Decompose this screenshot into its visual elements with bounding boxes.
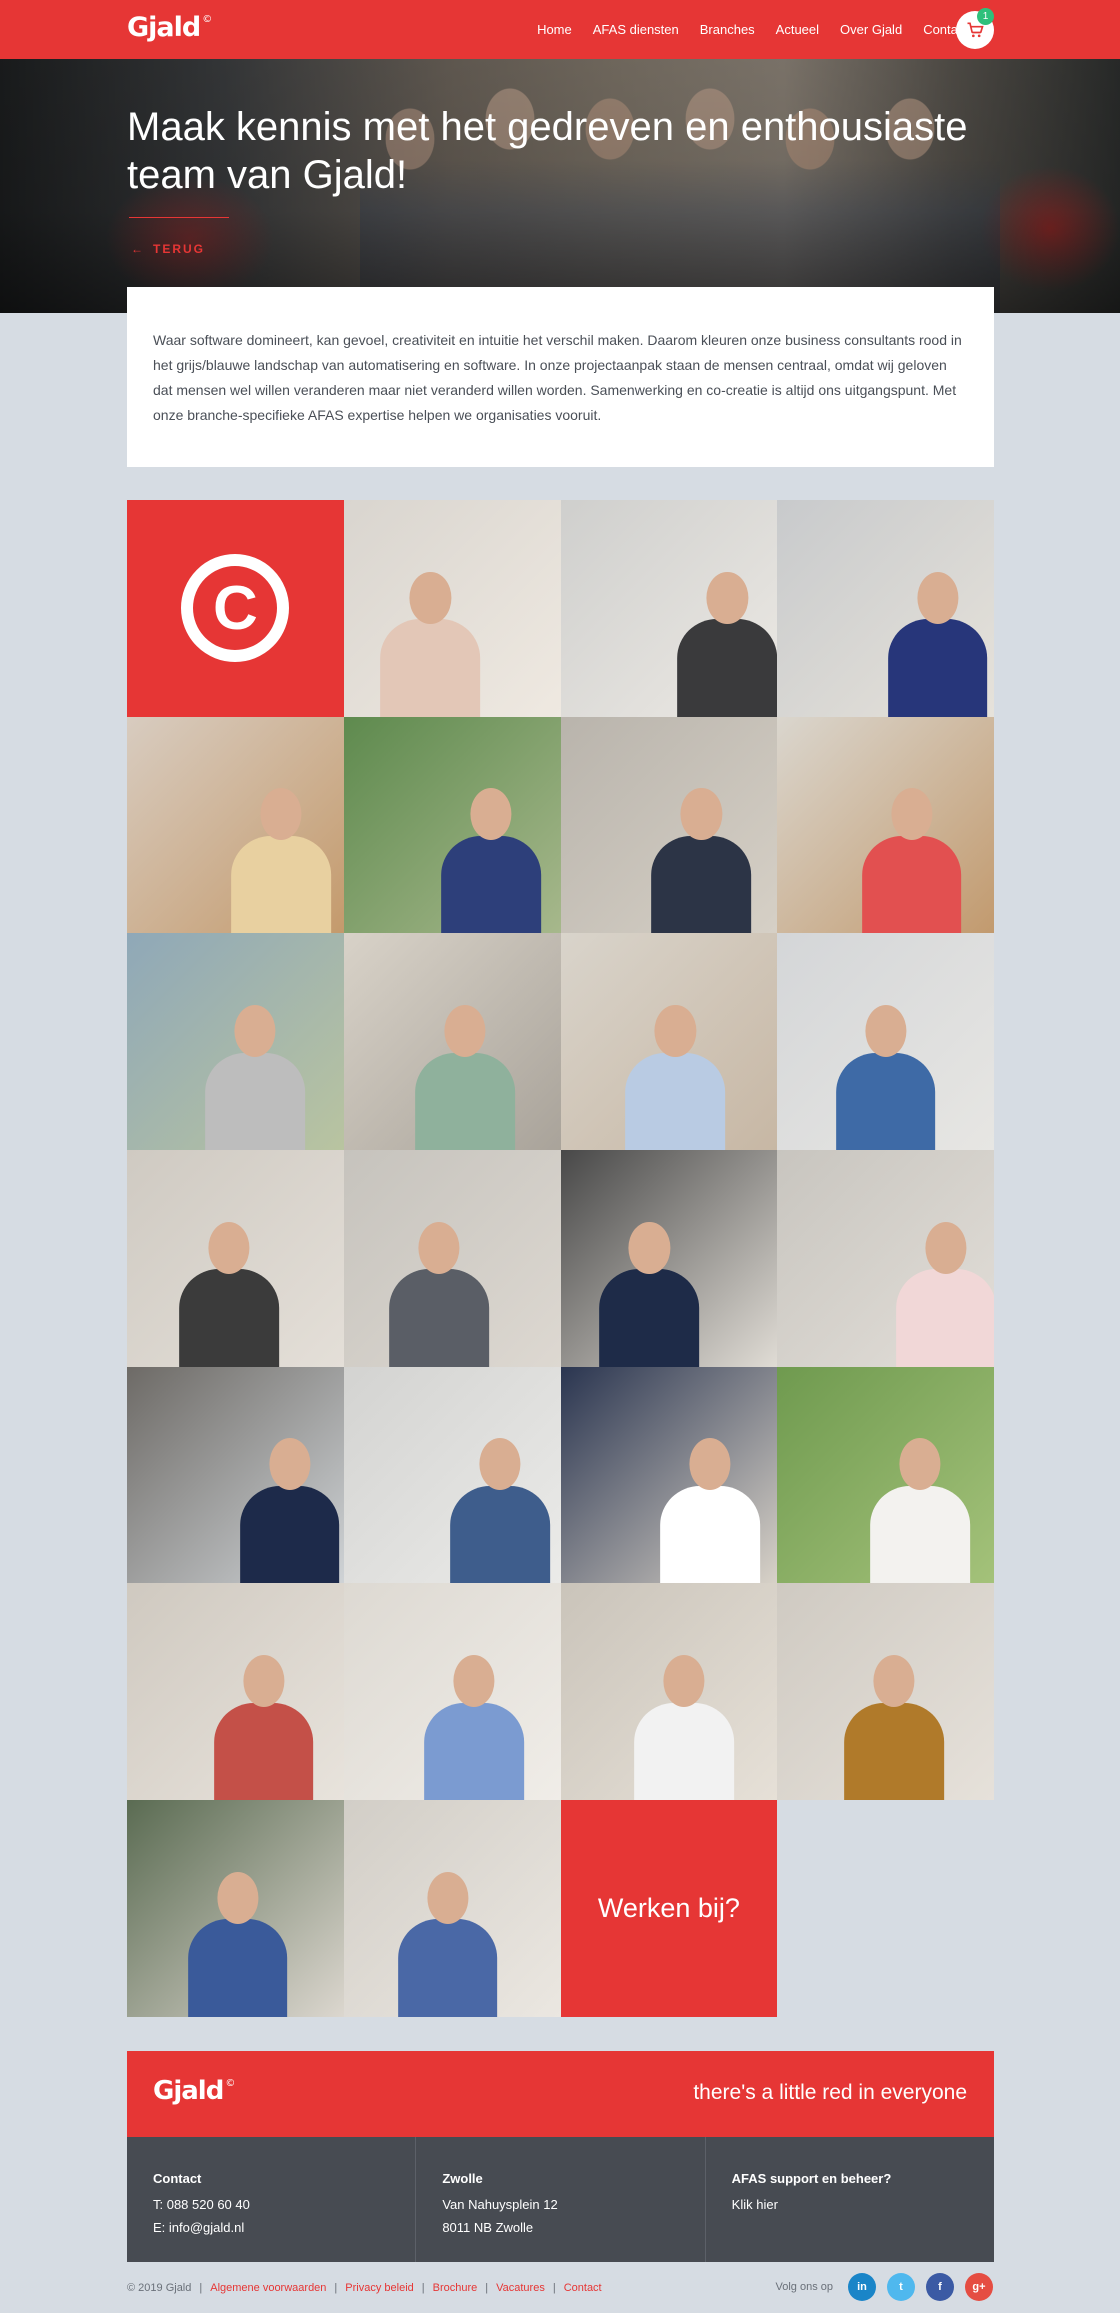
footer-banner: Gjald © there's a little red in everyone [127, 2051, 994, 2137]
team-member-photo[interactable] [560, 933, 778, 1151]
address-city: 8011 NB Zwolle [442, 2220, 534, 2235]
team-member-photo[interactable] [127, 933, 344, 1151]
team-member-photo[interactable] [127, 1150, 344, 1367]
page-title: Maak kennis met het gedreven en enthousi… [127, 105, 968, 197]
intro-text: Waar software domineert, kan gevoel, cre… [153, 332, 962, 423]
arrow-left-icon: ← [131, 242, 145, 256]
werken-bij-tile[interactable]: Werken bij? [560, 1800, 778, 2017]
nav-actueel[interactable]: Actueel [776, 22, 819, 37]
social-label: Volg ons op [775, 2281, 834, 2293]
team-member-photo[interactable] [127, 1583, 344, 1801]
link-contact[interactable]: Contact [564, 2282, 602, 2294]
social-links: Volg ons op in t f g+ [775, 2273, 993, 2301]
link-algemene-voorwaarden[interactable]: Algemene voorwaarden [210, 2282, 326, 2294]
team-member-photo[interactable] [343, 933, 561, 1151]
footer-columns: Contact T: 088 520 60 40 E: info@gjald.n… [127, 2137, 994, 2262]
contact-email[interactable]: E: info@gjald.nl [153, 2216, 389, 2239]
footer-support: AFAS support en beheer? Klik hier [706, 2137, 994, 2262]
hero-banner: Maak kennis met het gedreven en enthousi… [0, 59, 1120, 313]
nav-afas-diensten[interactable]: AFAS diensten [593, 22, 679, 37]
team-member-photo[interactable] [777, 500, 994, 717]
team-member-photo[interactable] [777, 1150, 994, 1367]
logo-text: Gjald [127, 12, 201, 43]
title-divider [129, 217, 229, 218]
legal-bar: © 2019 Gjald | Algemene voorwaarden | Priv… [127, 2282, 602, 2294]
team-member-photo[interactable] [777, 1366, 994, 1584]
team-member-photo[interactable] [127, 716, 344, 934]
nav-branches[interactable]: Branches [700, 22, 755, 37]
intro-card: Waar software domineert, kan gevoel, cre… [127, 287, 994, 467]
team-member-photo[interactable] [343, 1366, 561, 1584]
contact-phone[interactable]: T: 088 520 60 40 [153, 2193, 389, 2216]
copyright-logo-icon: C [181, 554, 290, 663]
top-bar: Gjald © Home AFAS diensten Branches Actue… [0, 0, 1120, 59]
nav-home[interactable]: Home [537, 22, 572, 37]
linkedin-icon[interactable]: in [848, 2273, 876, 2301]
team-member-photo[interactable] [560, 1150, 778, 1367]
footer-contact: Contact T: 088 520 60 40 E: info@gjald.n… [127, 2137, 417, 2262]
back-label: TERUG [153, 242, 205, 256]
team-member-photo[interactable] [343, 1800, 561, 2017]
team-member-photo[interactable] [343, 1583, 561, 1801]
team-member-photo[interactable] [127, 1800, 344, 2017]
link-privacy-beleid[interactable]: Privacy beleid [345, 2282, 413, 2294]
twitter-icon[interactable]: t [887, 2273, 915, 2301]
back-link[interactable]: ← TERUG [131, 242, 205, 256]
team-member-photo[interactable] [343, 500, 561, 717]
facebook-icon[interactable]: f [926, 2273, 954, 2301]
googleplus-icon[interactable]: g+ [965, 2273, 993, 2301]
team-member-photo[interactable] [560, 1583, 778, 1801]
link-vacatures[interactable]: Vacatures [496, 2282, 545, 2294]
nav-over-gjald[interactable]: Over Gjald [840, 22, 902, 37]
copyright-text: © 2019 Gjald [127, 2282, 192, 2294]
footer-address: Zwolle Van Nahuysplein 12 8011 NB Zwolle [416, 2137, 706, 2262]
team-member-photo[interactable] [343, 1150, 561, 1367]
gjald-logo-tile: C [127, 500, 344, 717]
team-member-photo[interactable] [127, 1366, 344, 1584]
team-grid: C Werken bij? [127, 500, 994, 2017]
team-member-photo[interactable] [560, 1366, 778, 1584]
team-member-photo[interactable] [777, 1583, 994, 1801]
footer-tagline: there's a little red in everyone [693, 2081, 967, 2104]
support-link[interactable]: Klik hier [732, 2193, 968, 2216]
address-street: Van Nahuysplein 12 [442, 2197, 558, 2212]
cart-count-badge: 1 [977, 8, 994, 25]
team-member-photo[interactable] [777, 933, 994, 1151]
team-member-photo[interactable] [560, 716, 778, 934]
site-logo[interactable]: Gjald © [127, 12, 212, 43]
main-nav: Home AFAS diensten Branches Actueel Over… [537, 0, 968, 59]
team-member-photo[interactable] [777, 716, 994, 934]
team-member-photo[interactable] [560, 500, 778, 717]
team-member-photo[interactable] [343, 716, 561, 934]
footer-logo[interactable]: Gjald © [153, 2076, 235, 2106]
link-brochure[interactable]: Brochure [433, 2282, 478, 2294]
